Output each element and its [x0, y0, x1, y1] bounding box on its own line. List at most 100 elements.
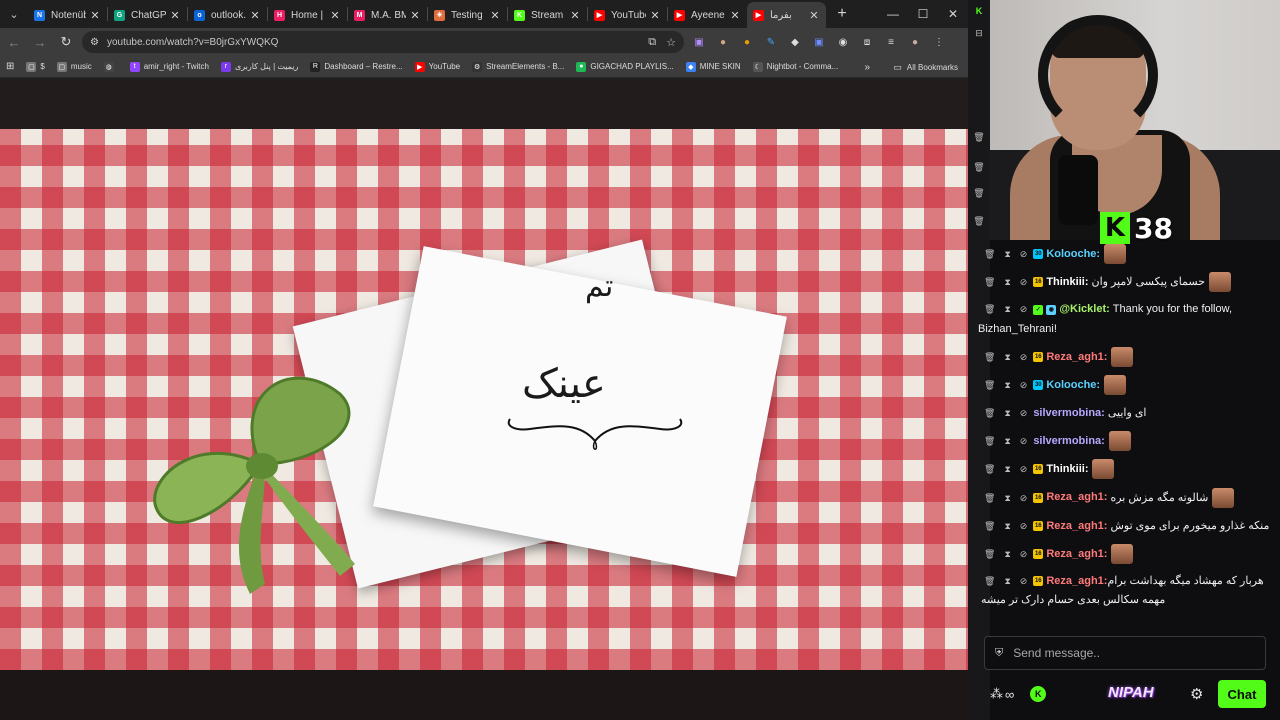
bookmark-item[interactable]: ▢ $	[26, 61, 45, 72]
bookmark-item[interactable]: t amir_right - Twitch	[129, 61, 209, 72]
timeout-icon[interactable]: ⧗	[1004, 455, 1010, 483]
timeout-icon[interactable]: ⧗	[1004, 399, 1010, 427]
trash-icon[interactable]: 🗑	[984, 512, 995, 540]
tab-close-icon[interactable]: ✕	[249, 9, 261, 22]
trash-icon[interactable]: 🗑	[984, 399, 995, 427]
forward-icon[interactable]: →	[28, 30, 52, 54]
reload-icon[interactable]: ↻	[54, 30, 78, 54]
timeout-icon[interactable]: ⧗	[1004, 268, 1010, 296]
chat-input-box[interactable]: ⛨	[984, 636, 1266, 670]
tab-close-icon[interactable]: ✕	[729, 9, 741, 22]
more-bookmarks-icon[interactable]: »	[864, 56, 870, 78]
address-bar[interactable]: ⚙ youtube.com/watch?v=B0jrGxYWQKQ ⧉ ☆	[82, 31, 684, 53]
timeout-icon[interactable]: ⧗	[1004, 427, 1010, 455]
chat-send-button[interactable]: Chat	[1218, 680, 1266, 708]
trash-icon[interactable]: 🗑	[972, 132, 986, 144]
browser-tab[interactable]: ✳ Testing p✕	[428, 2, 507, 28]
bookmark-item[interactable]: r ریمیت | پنل کاربری	[220, 61, 298, 72]
face-ext-icon[interactable]: ●	[714, 33, 732, 51]
trash-icon[interactable]: 🗑	[984, 455, 995, 483]
chat-emote[interactable]	[1092, 459, 1115, 480]
chat-emote[interactable]	[1111, 543, 1134, 564]
ban-icon[interactable]: ⊘	[1020, 371, 1028, 399]
trash-icon[interactable]: 🗑	[984, 540, 995, 568]
bookmark-star-icon[interactable]: ☆	[666, 36, 676, 49]
browser-tab[interactable]: K Stream ✕	[508, 2, 587, 28]
trash-icon[interactable]: 🗑	[972, 216, 986, 228]
ban-icon[interactable]: ⊘	[1020, 572, 1028, 591]
chat-username[interactable]: silvermobina:	[1033, 407, 1105, 419]
media-icon[interactable]: ≡	[882, 33, 900, 51]
timeout-icon[interactable]: ⧗	[1004, 572, 1010, 591]
close-window-icon[interactable]: ✕	[938, 0, 968, 28]
settings-gear-icon[interactable]: ⚙	[1190, 685, 1203, 703]
trash-icon[interactable]: 🗑	[984, 427, 995, 455]
profile-avatar[interactable]: ●	[906, 33, 924, 51]
chat-username[interactable]: Reza_agh1:	[1046, 548, 1107, 560]
chat-emote[interactable]	[1104, 244, 1127, 265]
ban-icon[interactable]: ⊘	[1020, 240, 1028, 268]
bookmark-item[interactable]: ⚙ StreamElements - B...	[472, 61, 564, 72]
bookmark-item[interactable]: ◍	[103, 61, 118, 72]
layout-icon[interactable]: ⊟	[972, 28, 986, 40]
chat-username[interactable]: Reza_agh1:	[1046, 575, 1107, 587]
trash-icon[interactable]: 🗑	[984, 343, 995, 371]
site-info-icon[interactable]: ⚙	[90, 37, 99, 48]
bookmark-item[interactable]: R Dashboard – Restre...	[310, 61, 403, 72]
browser-tab[interactable]: ▶ بفرما ✕	[747, 2, 826, 28]
dot-ext-icon[interactable]: ●	[738, 33, 756, 51]
browser-tab[interactable]: G ChatGPT✕	[108, 2, 187, 28]
tab-close-icon[interactable]: ✕	[808, 9, 820, 22]
circle-ext-icon[interactable]: ◉	[834, 33, 852, 51]
timeout-icon[interactable]: ⧗	[1004, 512, 1010, 540]
trash-icon[interactable]: 🗑	[984, 484, 995, 512]
back-icon[interactable]: ←	[2, 30, 26, 54]
users-icon[interactable]: ⁂	[990, 686, 1003, 702]
chat-emote[interactable]	[1212, 487, 1235, 508]
bookmark-item[interactable]: ▶ YouTube	[414, 61, 460, 72]
timeout-icon[interactable]: ⧗	[1004, 300, 1010, 319]
tab-close-icon[interactable]: ✕	[329, 9, 341, 22]
tab-close-icon[interactable]: ✕	[169, 9, 181, 22]
translate-ext-icon[interactable]: ✎	[762, 33, 780, 51]
maximize-icon[interactable]: ☐	[908, 0, 938, 28]
browser-tab[interactable]: o outlook. ✕	[188, 2, 267, 28]
chat-username[interactable]: silvermobina:	[1033, 435, 1105, 447]
nipah-emote[interactable]: NIPAH	[1108, 684, 1154, 701]
tab-search-icon[interactable]: ⌄	[0, 0, 28, 28]
tab-close-icon[interactable]: ✕	[489, 9, 501, 22]
chat-emote[interactable]	[1111, 347, 1134, 368]
tab-close-icon[interactable]: ✕	[649, 9, 661, 22]
infinity-icon[interactable]: ∞	[1005, 687, 1014, 702]
tab-close-icon[interactable]: ✕	[569, 9, 581, 22]
timeout-icon[interactable]: ⧗	[1004, 240, 1010, 268]
ban-icon[interactable]: ⊘	[1020, 427, 1028, 455]
ban-icon[interactable]: ⊘	[1020, 484, 1028, 512]
ban-icon[interactable]: ⊘	[1020, 512, 1028, 540]
bookmark-item[interactable]: ▢ music	[56, 61, 92, 72]
bookmark-item[interactable]: ◆ MINE SKIN	[685, 61, 741, 72]
browser-tab[interactable]: N Notenüb ✕	[28, 2, 107, 28]
diamond-ext-icon[interactable]: ◆	[786, 33, 804, 51]
trash-icon[interactable]: 🗑	[972, 162, 986, 174]
tab-close-icon[interactable]: ✕	[89, 9, 101, 22]
chat-emote[interactable]	[1104, 375, 1127, 396]
chat-username[interactable]: Thinkiii:	[1046, 463, 1088, 475]
kick-emote-icon[interactable]: K	[1030, 686, 1047, 702]
chat-username[interactable]: Kolooche:	[1046, 248, 1100, 260]
all-bookmarks[interactable]: ▭ All Bookmarks	[893, 56, 958, 78]
ban-icon[interactable]: ⊘	[1020, 399, 1028, 427]
trash-icon[interactable]: 🗑	[984, 240, 995, 268]
chat-username[interactable]: Kolooche:	[1046, 379, 1100, 391]
trash-icon[interactable]: 🗑	[972, 188, 986, 200]
tab-close-icon[interactable]: ✕	[409, 9, 421, 22]
trash-icon[interactable]: 🗑	[984, 268, 995, 296]
browser-tab[interactable]: H Home | I ✕	[268, 2, 347, 28]
ban-icon[interactable]: ⊘	[1020, 300, 1028, 319]
chat-username[interactable]: Reza_agh1:	[1046, 492, 1107, 504]
menu-icon[interactable]: ⋮	[930, 33, 948, 51]
chat-input[interactable]	[1013, 646, 1234, 660]
trash-icon[interactable]: 🗑	[984, 300, 995, 319]
shield-icon[interactable]: ⛨	[995, 647, 1003, 660]
chat-username[interactable]: Reza_agh1:	[1046, 351, 1107, 363]
